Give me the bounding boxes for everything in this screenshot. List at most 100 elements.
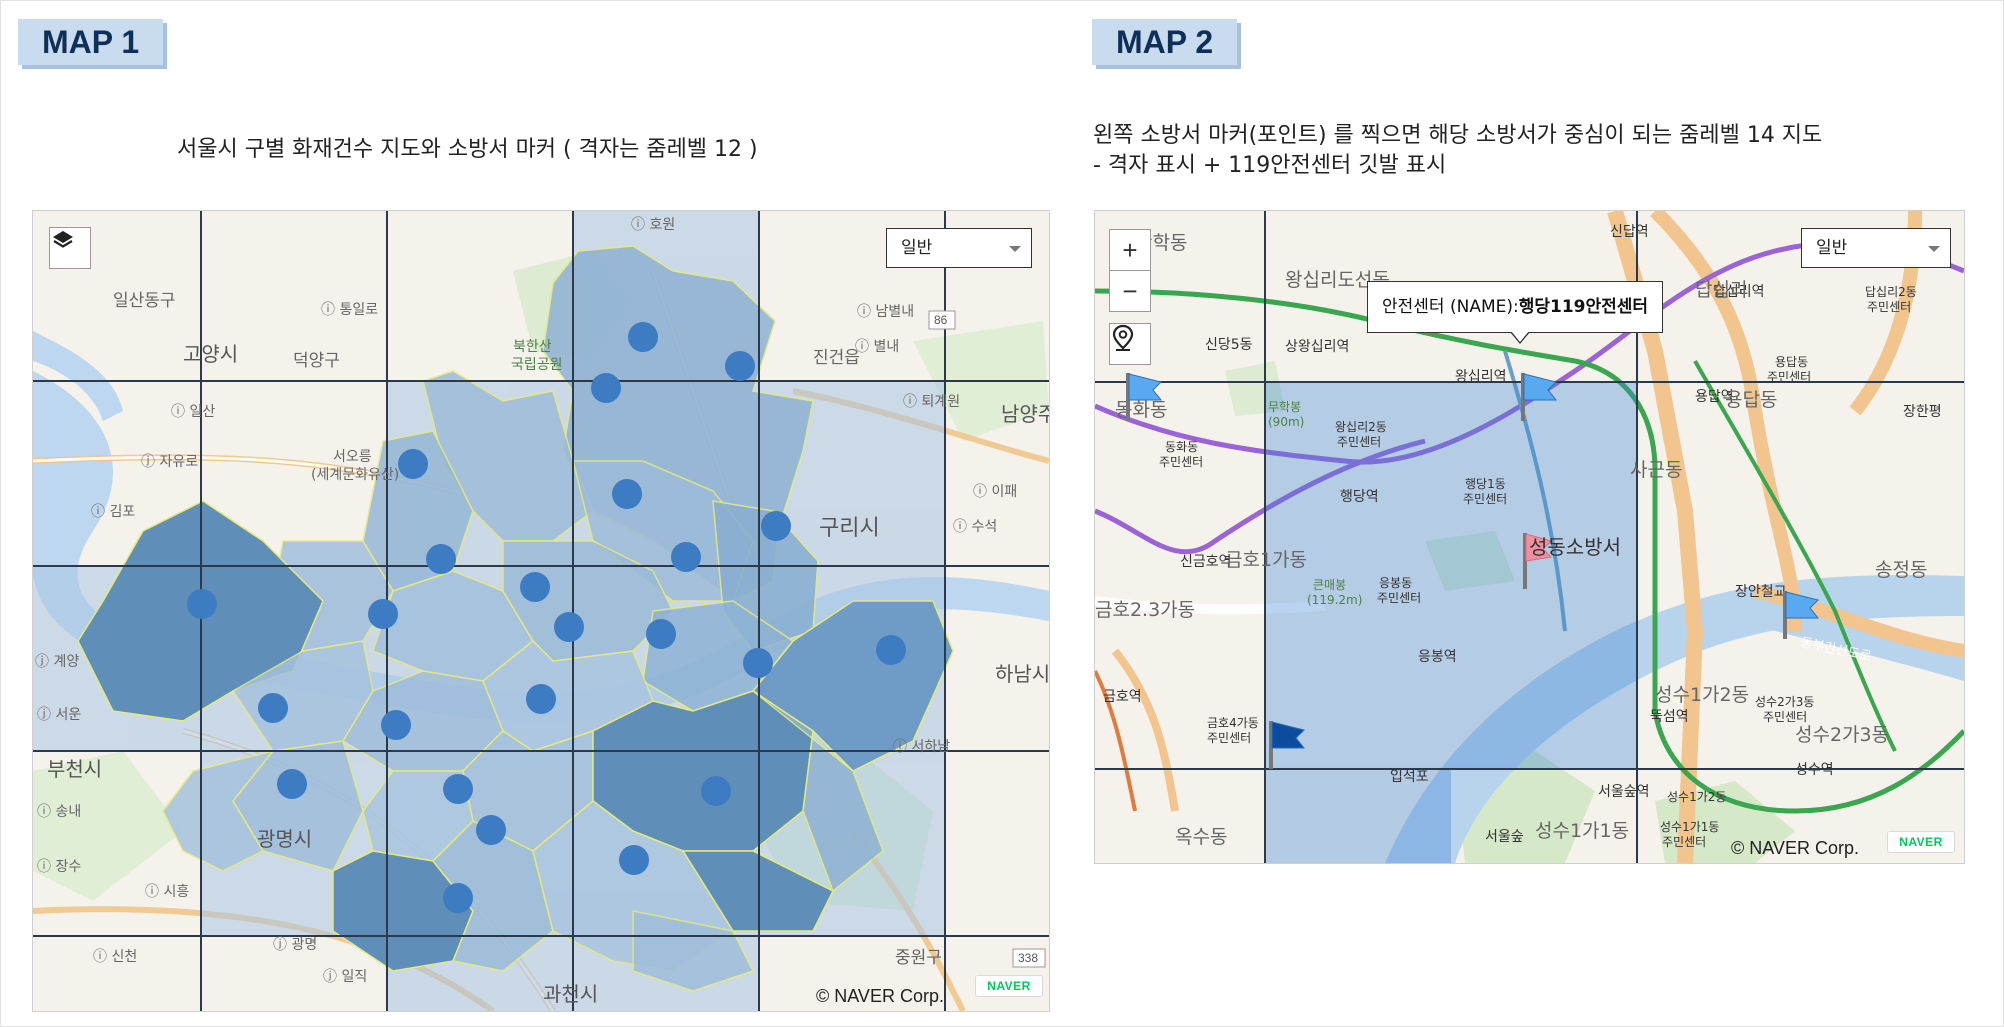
map2-copyright: © NAVER Corp. (1731, 838, 1859, 858)
fire-station-marker[interactable] (646, 619, 676, 649)
fire-station-marker[interactable] (443, 774, 473, 804)
fire-station-marker[interactable] (725, 351, 755, 381)
map2-label: 성수2가3동 (1795, 724, 1889, 746)
map1-label: ⓘ 이패 (973, 484, 1017, 500)
map2-label: 금호4가동 (1207, 716, 1259, 730)
map2-label: 용답동 (1725, 389, 1777, 411)
map1-map-type-select[interactable]: 일반 (886, 228, 1032, 268)
map2-label: 동화동 (1165, 440, 1198, 454)
map1-label: ⓙ 계양 (35, 654, 79, 670)
map2-naver-logo[interactable]: NAVER (1887, 831, 1955, 853)
map1-label: ⓘ 시흥 (145, 884, 189, 900)
map2-label: 행당1동 (1465, 476, 1506, 491)
map1-label: 덕양구 (293, 351, 340, 371)
map2-label: 왕십리2동 (1335, 420, 1387, 434)
map2-label: 응봉역 (1418, 649, 1457, 665)
map2-label: 행당역 (1340, 489, 1379, 505)
map2-label: 주민센터 (1767, 370, 1811, 384)
map1-naver-logo[interactable]: NAVER (975, 975, 1043, 997)
fire-station-marker[interactable] (619, 845, 649, 875)
map2-label: 금호1가동 (1225, 549, 1307, 571)
map2-label: 동화동 (1115, 399, 1167, 421)
map2-description-line2: - 격자 표시 + 119안전센터 깃발 표시 (1093, 153, 1447, 178)
map2-label: 주민센터 (1159, 455, 1203, 469)
fire-station-marker[interactable] (368, 599, 398, 629)
map1-label: ⓘ 퇴계원 (903, 394, 960, 410)
map1-label: 부천시 (47, 757, 102, 781)
map1-label: ⓘ 서하남 (893, 739, 950, 755)
map1-label: 중원구 (895, 948, 942, 968)
map2-label: 주민센터 (1763, 710, 1807, 724)
map1-label: ⓘ 수석 (953, 519, 997, 535)
fire-station-marker[interactable] (520, 572, 550, 602)
fire-station-marker[interactable] (612, 479, 642, 509)
zoom-out-button[interactable]: − (1109, 270, 1151, 312)
map2-label: 답십리2동 (1865, 285, 1917, 299)
zoom-in-button[interactable]: + (1109, 229, 1151, 271)
safety-center-tooltip: 안전센터 (NAME):행당119안전센터 (1367, 281, 1664, 344)
map1-label: ⓘ 송내 (37, 804, 81, 820)
highway-badge: 86 (934, 313, 948, 327)
map1-label: 고양시 (183, 342, 238, 366)
fire-station-marker[interactable] (526, 684, 556, 714)
fire-station-marker[interactable] (443, 883, 473, 913)
map2-label: 서울숲역 (1598, 784, 1650, 800)
fire-station-marker[interactable] (671, 542, 701, 572)
fire-station-marker[interactable] (591, 373, 621, 403)
map2-label: 상왕십리역 (1285, 339, 1349, 355)
map1-frame[interactable]: 일산동구 고양시 덕양구 서오릉 (세계문화유산) 북한산 국립공원 진건읍 남… (32, 210, 1050, 1012)
map1-label: ⓙ 일직 (323, 969, 367, 985)
fire-station-marker[interactable] (554, 612, 584, 642)
map2-label: 답십리 (1695, 279, 1747, 301)
map1-map-type-value: 일반 (901, 238, 933, 258)
map2-map-type-select[interactable]: 일반 (1801, 228, 1951, 268)
map2-label: 주민센터 (1662, 835, 1706, 849)
layers-icon (53, 231, 73, 248)
tooltip-label: 안전센터 (NAME): (1382, 297, 1519, 317)
map2-label: 성수2가3동 (1755, 695, 1814, 709)
map2-label: 성수1가1동 (1535, 820, 1629, 842)
minus-icon: − (1122, 275, 1138, 306)
layers-button[interactable] (49, 227, 91, 269)
map2-label: 옥수동 (1175, 826, 1227, 848)
fire-station-marker[interactable] (876, 635, 906, 665)
map1-label: 진건읍 (813, 348, 860, 368)
fire-station-marker[interactable] (398, 449, 428, 479)
location-button[interactable] (1109, 323, 1151, 365)
map1-label: ⓘ 일산 (171, 404, 215, 420)
plus-icon: + (1122, 234, 1138, 265)
map2-label: 입석포 (1390, 769, 1429, 785)
map1-label: 서오릉 (333, 449, 372, 465)
map2-label: 장한평 (1903, 404, 1942, 420)
map1-canvas[interactable]: 일산동구 고양시 덕양구 서오릉 (세계문화유산) 북한산 국립공원 진건읍 남… (33, 211, 1049, 1011)
fire-station-marker[interactable] (426, 544, 456, 574)
map2-label: 응봉동 (1379, 576, 1412, 590)
map1-label: ⓙ 자유로 (141, 454, 198, 470)
map2-label: 주민센터 (1207, 731, 1251, 745)
fire-station-marker[interactable] (628, 322, 658, 352)
map2-label: 사근동 (1630, 459, 1682, 481)
map2-label: 금호역 (1103, 689, 1142, 705)
map2-label: 용답동 (1775, 355, 1808, 369)
fire-station-marker[interactable] (701, 776, 731, 806)
map2-label: 성수1가1동 (1660, 820, 1719, 834)
map2-label: 주민센터 (1337, 435, 1381, 449)
fire-station-marker[interactable] (761, 511, 791, 541)
map2-map-type-value: 일반 (1816, 238, 1848, 258)
fire-station-marker[interactable] (381, 710, 411, 740)
map1-label: ⓙ 광명 (273, 937, 317, 953)
map2-label: 큰매봉 (1313, 578, 1346, 592)
map2-label: (90m) (1268, 415, 1304, 429)
fire-station-marker[interactable] (258, 693, 288, 723)
map1-label: 일산동구 (113, 291, 176, 311)
fire-station-marker[interactable] (743, 648, 773, 678)
map2-tag: MAP 2 (1092, 19, 1238, 65)
fire-station-marker[interactable] (187, 589, 217, 619)
fire-station-marker[interactable] (277, 769, 307, 799)
map2-label: 주민센터 (1463, 492, 1507, 506)
map2-label: 성수1가2동 (1655, 684, 1749, 706)
map2-frame[interactable]: 왕십리도선동 마장동 황학동 신당5동 상왕십리역 왕십리역 행당역 신금호역 … (1094, 210, 1965, 864)
map2-label: 무학봉 (1268, 400, 1301, 414)
map2-label: 뚝섬역 (1650, 709, 1689, 725)
fire-station-marker[interactable] (476, 815, 506, 845)
